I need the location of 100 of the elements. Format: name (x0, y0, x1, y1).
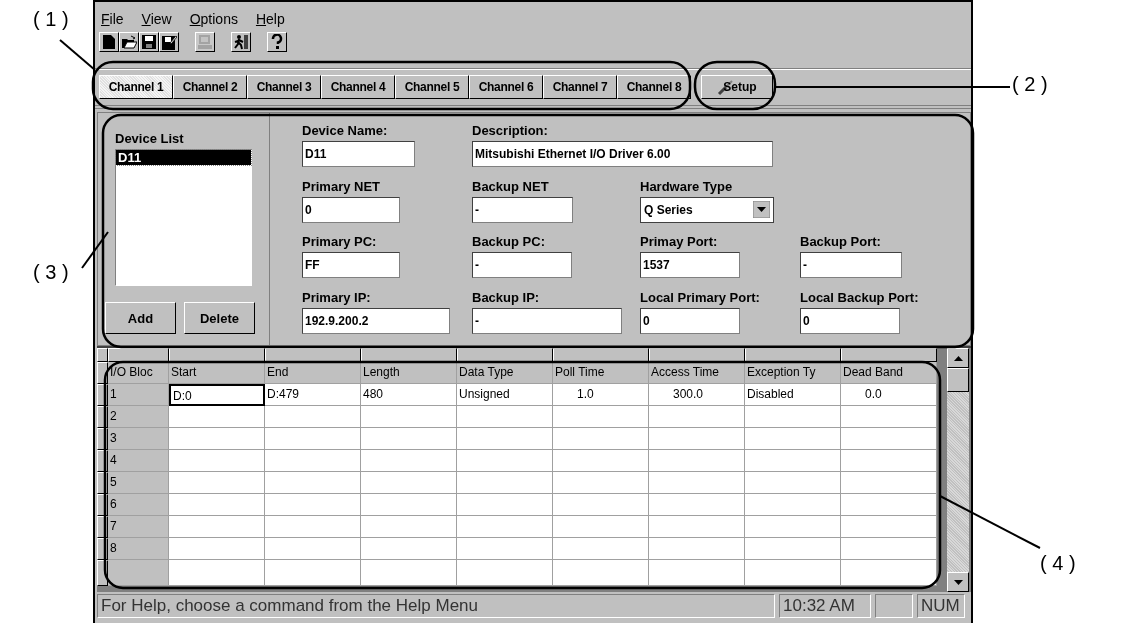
column-header[interactable]: Dead Band (841, 362, 937, 384)
table-cell[interactable] (649, 406, 745, 428)
table-cell[interactable] (841, 560, 937, 586)
text-field[interactable]: 192.9.200.2 (302, 307, 450, 334)
device-list-button[interactable]: Delete (184, 302, 255, 334)
table-cell[interactable] (361, 516, 457, 538)
table-cell[interactable] (361, 406, 457, 428)
table-cell[interactable] (457, 428, 553, 450)
column-header[interactable]: Length (361, 362, 457, 384)
table-cell[interactable] (457, 516, 553, 538)
column-header[interactable]: Poll Time (553, 362, 649, 384)
menu-item[interactable]: Options (189, 10, 238, 30)
table-cell[interactable] (649, 472, 745, 494)
table-cell[interactable]: Unsigned (457, 384, 553, 406)
table-cell[interactable] (265, 450, 361, 472)
device-list[interactable]: D11 (115, 149, 252, 286)
column-handle[interactable] (457, 348, 553, 362)
table-cell[interactable] (361, 538, 457, 560)
table-cell[interactable] (553, 516, 649, 538)
menu-item[interactable]: File (101, 10, 124, 30)
table-cell[interactable] (649, 516, 745, 538)
row-handle[interactable] (97, 560, 108, 586)
setup-button[interactable]: Setup (701, 75, 773, 99)
table-cell[interactable]: 300.0 (649, 384, 745, 406)
table-cell[interactable] (169, 516, 265, 538)
table-cell[interactable] (457, 560, 553, 586)
column-header[interactable]: Access Time (649, 362, 745, 384)
table-cell[interactable] (745, 450, 841, 472)
table-cell[interactable] (457, 538, 553, 560)
vertical-scrollbar[interactable] (947, 348, 969, 592)
menu-item[interactable]: View (141, 10, 172, 30)
channel-tab[interactable]: Channel 4 (321, 75, 395, 99)
table-cell[interactable] (553, 406, 649, 428)
channel-tab[interactable]: Channel 6 (469, 75, 543, 99)
table-cell[interactable] (841, 472, 937, 494)
table-cell[interactable] (745, 472, 841, 494)
table-cell[interactable] (169, 428, 265, 450)
table-cell[interactable]: Disabled (745, 384, 841, 406)
table-cell[interactable] (265, 428, 361, 450)
dropdown[interactable]: Q Series (640, 196, 774, 223)
channel-tab[interactable]: Channel 2 (173, 75, 247, 99)
table-cell[interactable] (649, 538, 745, 560)
toolbar-button[interactable] (99, 32, 119, 52)
table-cell[interactable] (745, 406, 841, 428)
table-cell[interactable] (265, 516, 361, 538)
table-cell[interactable] (841, 450, 937, 472)
table-cell[interactable] (169, 560, 265, 586)
toolbar-button[interactable] (231, 32, 251, 52)
table-cell[interactable]: D:0 (169, 384, 265, 406)
text-field[interactable]: Mitsubishi Ethernet I/O Driver 6.00 (472, 141, 773, 167)
menu-item[interactable]: Help (255, 10, 285, 30)
table-cell[interactable] (361, 428, 457, 450)
text-field[interactable]: 1537 (640, 252, 740, 278)
table-cell[interactable] (457, 472, 553, 494)
table-cell[interactable] (841, 428, 937, 450)
channel-tab[interactable]: Channel 8 (617, 75, 691, 99)
table-cell[interactable] (553, 560, 649, 586)
table-cell[interactable] (841, 406, 937, 428)
table-cell[interactable] (361, 560, 457, 586)
text-field[interactable]: - (472, 307, 622, 334)
table-cell[interactable] (457, 450, 553, 472)
column-handle[interactable] (841, 348, 937, 362)
table-cell[interactable] (553, 494, 649, 516)
table-cell[interactable]: 480 (361, 384, 457, 406)
table-cell[interactable] (649, 494, 745, 516)
table-cell[interactable] (553, 428, 649, 450)
table-cell[interactable] (649, 450, 745, 472)
text-field[interactable]: FF (302, 252, 400, 278)
column-handle[interactable] (169, 348, 265, 362)
table-cell[interactable] (553, 472, 649, 494)
column-handle[interactable] (649, 348, 745, 362)
column-handle[interactable] (108, 348, 169, 362)
table-cell[interactable] (169, 406, 265, 428)
table-cell[interactable] (745, 428, 841, 450)
channel-tab[interactable]: Channel 5 (395, 75, 469, 99)
table-cell[interactable] (553, 538, 649, 560)
table-cell[interactable] (361, 472, 457, 494)
column-handle[interactable] (265, 348, 361, 362)
toolbar-button[interactable] (119, 32, 139, 52)
device-list-button[interactable]: Add (105, 302, 176, 334)
table-cell[interactable] (457, 406, 553, 428)
table-cell[interactable] (841, 538, 937, 560)
text-field[interactable]: 0 (640, 307, 740, 334)
channel-tab[interactable]: Channel 1 (99, 75, 173, 99)
table-cell[interactable] (649, 560, 745, 586)
table-cell[interactable] (841, 494, 937, 516)
table-cell[interactable] (169, 494, 265, 516)
text-field[interactable]: 0 (800, 307, 900, 334)
column-header[interactable]: Exception Ty (745, 362, 841, 384)
table-cell[interactable]: D:479 (265, 384, 361, 406)
table-cell[interactable]: 1.0 (553, 384, 649, 406)
table-cell[interactable] (169, 538, 265, 560)
column-header[interactable]: Data Type (457, 362, 553, 384)
column-handle[interactable] (553, 348, 649, 362)
column-header[interactable]: Start (169, 362, 265, 384)
table-cell[interactable] (745, 494, 841, 516)
text-field[interactable]: - (800, 252, 902, 278)
toolbar-button[interactable] (267, 32, 287, 52)
table-cell[interactable] (265, 538, 361, 560)
channel-tab[interactable]: Channel 3 (247, 75, 321, 99)
